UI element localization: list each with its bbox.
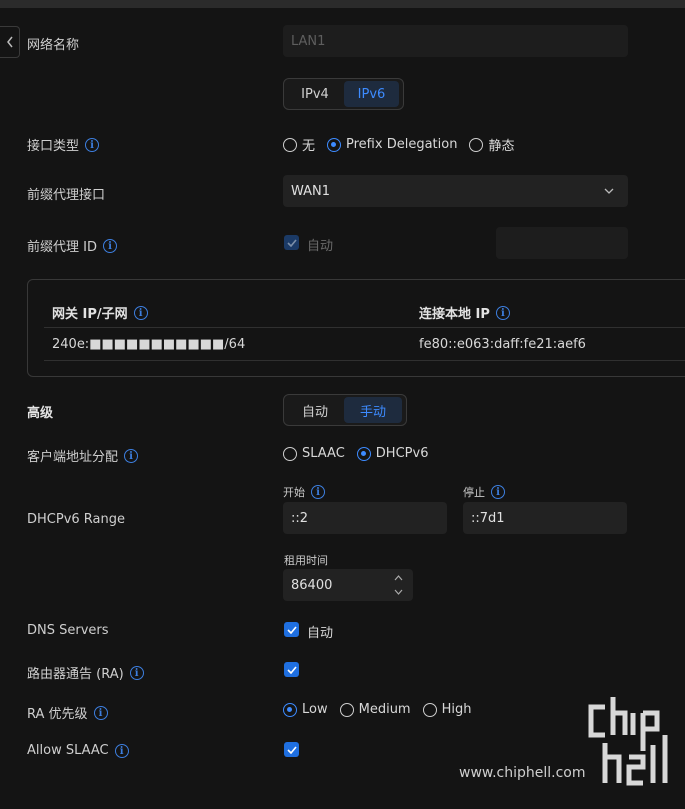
radio-icon — [283, 137, 297, 152]
network-name-input[interactable]: LAN1 — [283, 25, 628, 57]
info-icon[interactable]: i — [114, 743, 129, 758]
radio-icon — [422, 702, 437, 717]
radio-medium[interactable]: Medium — [339, 702, 411, 717]
info-icon[interactable]: i — [85, 137, 100, 152]
check-icon — [286, 745, 297, 754]
chevron-left-icon — [6, 36, 13, 48]
prefix-id-auto-checkbox[interactable] — [284, 235, 299, 250]
divider — [44, 360, 685, 361]
prefix-interface-select[interactable]: WAN1 — [283, 175, 628, 207]
radio-static[interactable]: 静态 — [469, 135, 514, 154]
advanced-label: 高级 — [27, 406, 54, 421]
radio-selected-icon — [356, 446, 371, 461]
radio-selected-icon — [327, 137, 342, 152]
table-header-gateway: 网关 IP/子网 i — [52, 303, 148, 322]
info-icon[interactable]: i — [133, 305, 148, 320]
info-icon[interactable]: i — [491, 485, 505, 499]
chiphell-logo-icon — [588, 697, 668, 786]
lease-time-stepper[interactable]: 86400 — [283, 569, 413, 601]
range-stop-label: 停止 i — [463, 484, 505, 500]
info-icon[interactable]: i — [495, 305, 510, 320]
radio-selected-icon — [283, 702, 297, 717]
advanced-mode-tabs: 自动 手动 — [283, 394, 407, 426]
interface-type-radio-group: 无 Prefix Delegation 静态 — [283, 135, 526, 154]
tab-ipv4[interactable]: IPv4 — [286, 81, 344, 107]
info-icon[interactable]: i — [311, 485, 325, 499]
radio-icon — [283, 446, 297, 461]
client-address-label: 客户端地址分配 i — [27, 446, 139, 465]
range-start-input[interactable]: ::2 — [283, 502, 447, 534]
info-icon[interactable]: i — [93, 705, 108, 720]
stepper-arrows-icon[interactable] — [394, 574, 403, 596]
back-button[interactable] — [0, 26, 20, 58]
check-icon — [286, 625, 297, 634]
radio-slaac[interactable]: SLAAC — [283, 446, 345, 461]
radio-low[interactable]: Low — [283, 702, 328, 717]
ra-priority-radio-group: Low Medium High — [283, 702, 483, 717]
ra-label: 路由器通告 (RA) i — [27, 663, 144, 682]
chevron-down-icon — [604, 188, 614, 194]
radio-icon — [469, 137, 484, 152]
range-start-label: 开始 i — [283, 484, 325, 500]
dns-auto-label: 自动 — [307, 626, 334, 641]
range-stop-input[interactable]: ::7d1 — [463, 502, 627, 534]
ra-checkbox[interactable] — [284, 662, 299, 677]
lease-time-label: 租用时间 — [284, 554, 328, 567]
info-icon[interactable]: i — [124, 448, 139, 463]
network-name-label: 网络名称 — [27, 38, 80, 53]
allow-slaac-label: Allow SLAAC i — [27, 743, 129, 758]
prefix-id-auto-label: 自动 — [307, 239, 334, 254]
tab-ipv6[interactable]: IPv6 — [344, 81, 399, 107]
ip-version-tabs: IPv4 IPv6 — [283, 78, 404, 110]
info-icon[interactable]: i — [129, 665, 144, 680]
dns-servers-label: DNS Servers — [27, 623, 109, 638]
tab-auto[interactable]: 自动 — [286, 397, 344, 423]
tab-manual[interactable]: 手动 — [344, 397, 402, 423]
check-icon — [286, 238, 297, 247]
prefix-id-input[interactable] — [496, 227, 628, 259]
divider — [44, 327, 685, 328]
watermark-text: www.chiphell.com — [459, 765, 586, 781]
client-address-radio-group: SLAAC DHCPv6 — [283, 446, 440, 461]
table-header-link-local: 连接本地 IP i — [419, 303, 510, 322]
dhcpv6-range-label: DHCPv6 Range — [27, 512, 126, 527]
radio-dhcpv6[interactable]: DHCPv6 — [356, 446, 428, 461]
ra-priority-label: RA 优先级 i — [27, 703, 108, 722]
radio-icon — [339, 702, 354, 717]
prefix-interface-label: 前缀代理接口 — [27, 188, 106, 203]
prefix-id-label: 前缀代理 ID i — [27, 236, 117, 255]
radio-prefix-delegation[interactable]: Prefix Delegation — [327, 137, 457, 152]
info-icon[interactable]: i — [102, 238, 117, 253]
table-cell-link-local: fe80::e063:daff:fe21:aef6 — [419, 337, 586, 352]
dns-auto-checkbox[interactable] — [284, 622, 299, 637]
allow-slaac-checkbox[interactable] — [284, 742, 299, 757]
address-table: 网关 IP/子网 i 连接本地 IP i 240e:■■■■■■■■■■■/64 f… — [27, 279, 685, 377]
radio-high[interactable]: High — [422, 702, 471, 717]
check-icon — [286, 665, 297, 674]
interface-type-label: 接口类型 i — [27, 135, 100, 154]
radio-none[interactable]: 无 — [283, 135, 315, 154]
top-bar — [0, 0, 685, 8]
table-cell-gateway: 240e:■■■■■■■■■■■/64 — [52, 337, 246, 352]
